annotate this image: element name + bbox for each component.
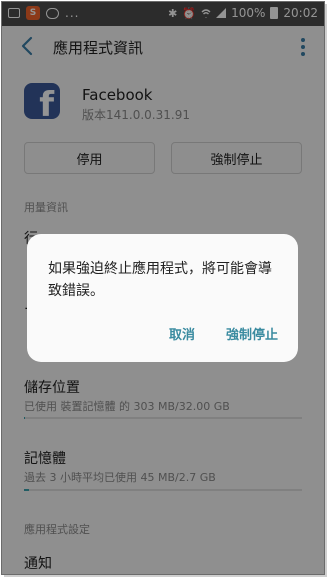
dialog-message: 如果強迫終止應用程式，將可能會導致錯誤。	[48, 261, 272, 299]
dialog-force-stop-button[interactable]: 強制停止	[226, 324, 278, 343]
dialog-cancel-button[interactable]: 取消	[169, 324, 195, 343]
phone-screen: S ... ✱ ⏰ 100% 20:02 應用程式資訊 f Facebook 版…	[1, 1, 325, 575]
force-stop-dialog: 如果強迫終止應用程式，將可能會導致錯誤。 取消 強制停止	[27, 234, 298, 362]
